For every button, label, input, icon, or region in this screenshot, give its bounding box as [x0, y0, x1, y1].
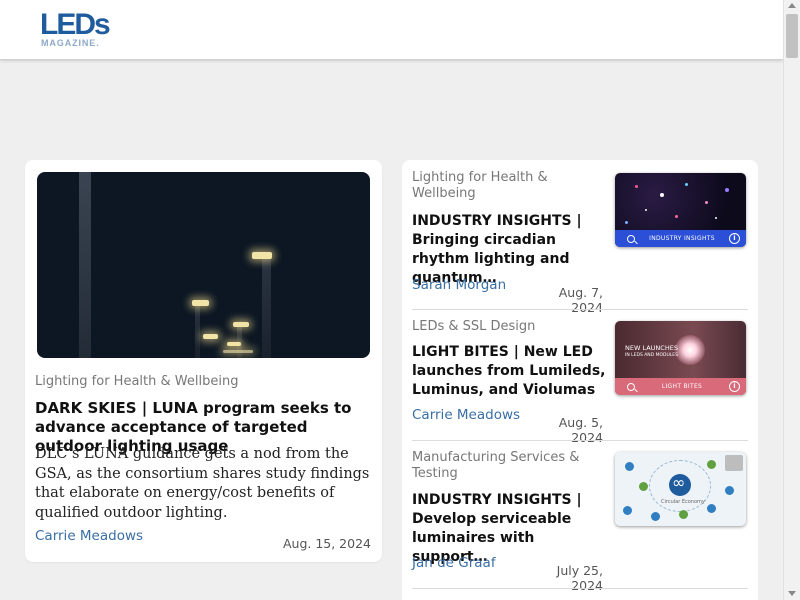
scroll-up-arrow-icon[interactable]	[788, 3, 796, 8]
scroll-down-arrow-icon[interactable]	[788, 591, 796, 596]
thumb-label: LIGHT BITES	[661, 383, 703, 390]
list-item-thumbnail[interactable]: INDUSTRY INSIGHTS i	[615, 173, 746, 247]
featured-description: DLC’s LUNA guidance gets a nod from the …	[35, 446, 370, 521]
site-header: LEDs MAGAZINE.	[0, 0, 783, 60]
list-item-title[interactable]: LIGHT BITES | New LED launches from Lumi…	[412, 343, 612, 400]
info-icon: i	[729, 233, 740, 244]
list-item[interactable]: Lighting for Health & Wellbeing INDUSTRY…	[402, 160, 758, 315]
list-item-category[interactable]: Lighting for Health & Wellbeing	[412, 170, 602, 202]
list-item-category[interactable]: LEDs & SSL Design	[412, 319, 602, 335]
site-logo[interactable]: LEDs MAGAZINE.	[40, 10, 120, 52]
article-list: Lighting for Health & Wellbeing INDUSTRY…	[402, 160, 758, 600]
search-icon	[627, 234, 635, 243]
thumb-label-bar: INDUSTRY INSIGHTS i	[615, 230, 746, 247]
featured-article-image[interactable]	[37, 172, 370, 358]
thumb-label: INDUSTRY INSIGHTS	[649, 235, 715, 242]
divider	[412, 588, 748, 589]
list-item-author-link[interactable]: Jan de Graaf	[412, 555, 496, 571]
logo-sub-text: MAGAZINE.	[41, 38, 100, 48]
list-item-author-link[interactable]: Carrie Meadows	[412, 407, 520, 423]
thumb-caption: Circular Economy	[661, 499, 705, 505]
featured-date: Aug. 15, 2024	[282, 536, 371, 551]
thumbnail-badge	[725, 455, 743, 471]
list-item[interactable]: LEDs & SSL Design LIGHT BITES | New LED …	[402, 310, 758, 445]
list-item-thumbnail[interactable]: Circular Economy	[615, 452, 746, 526]
thumb-subheadline: IN LEDS AND MODULES	[625, 353, 678, 358]
scroll-thumb[interactable]	[786, 14, 798, 58]
logo-main-text: LEDs	[40, 8, 111, 41]
circular-economy-icon	[669, 473, 691, 496]
list-item[interactable]: Manufacturing Services & Testing INDUSTR…	[402, 441, 758, 593]
search-icon	[627, 382, 635, 391]
list-item-category[interactable]: Manufacturing Services & Testing	[412, 450, 602, 482]
featured-article-card[interactable]: Lighting for Health & Wellbeing DARK SKI…	[25, 160, 382, 562]
featured-category[interactable]: Lighting for Health & Wellbeing	[35, 374, 238, 390]
info-icon: i	[729, 381, 740, 392]
list-item-author-link[interactable]: Sarah Morgan	[412, 277, 506, 293]
thumb-label-bar: LIGHT BITES i	[615, 378, 746, 395]
list-item-thumbnail[interactable]: NEW LAUNCHES IN LEDS AND MODULES LIGHT B…	[615, 321, 746, 395]
page-scrollbar[interactable]	[783, 0, 800, 600]
thumb-headline: NEW LAUNCHES	[625, 344, 678, 352]
featured-author-link[interactable]: Carrie Meadows	[35, 528, 143, 544]
